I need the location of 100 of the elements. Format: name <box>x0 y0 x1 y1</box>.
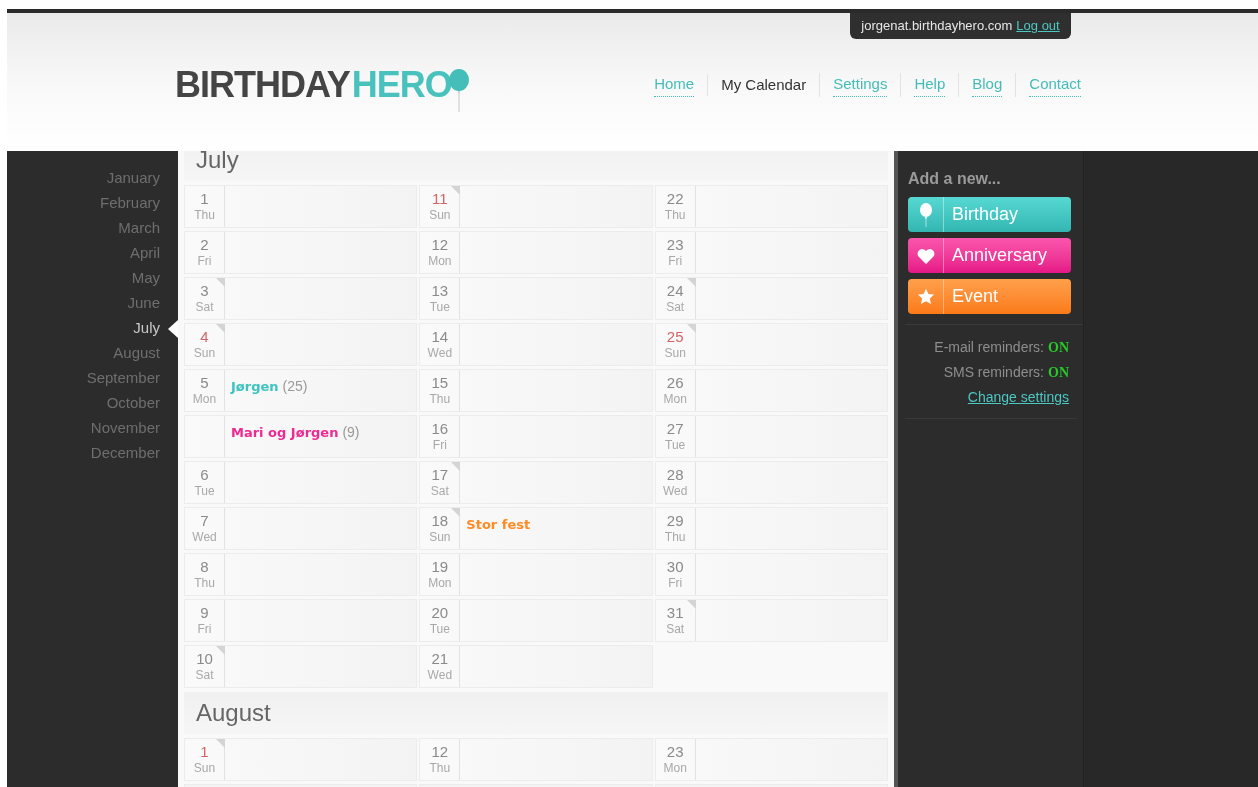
weekday: Mon <box>428 254 452 270</box>
month-link[interactable]: October <box>106 392 160 415</box>
weekday: Sat <box>195 300 214 316</box>
reminder-status: ON <box>1048 364 1069 382</box>
day-number: 22 <box>666 189 684 209</box>
day-row[interactable]: 1 Sun <box>184 738 418 781</box>
weekday: Fri <box>197 254 212 270</box>
day-row[interactable]: 30 Fri <box>654 553 888 596</box>
add-button[interactable]: Event <box>908 279 1071 314</box>
weekday: Thu <box>664 208 686 224</box>
event-name[interactable]: Mari og Jørgen <box>231 425 339 440</box>
month-link[interactable]: March <box>118 217 160 240</box>
weekday: Tue <box>665 438 686 454</box>
day-row[interactable]: 18 Sun Stor fest <box>419 507 653 550</box>
nav-link[interactable]: Blog <box>972 73 1003 97</box>
day-row[interactable]: 3 Sat <box>184 277 418 320</box>
change-settings-link[interactable]: Change settings <box>967 387 1069 408</box>
corner-mark <box>451 508 461 517</box>
event-age: (9) <box>342 424 360 440</box>
month-link[interactable]: February <box>99 192 160 215</box>
day-number: 13 <box>431 281 449 301</box>
nav-link[interactable]: Contact <box>1029 73 1081 97</box>
day-number: 1 <box>200 742 209 762</box>
day-row[interactable]: 5 Mon Jørgen (25) <box>184 369 418 412</box>
month-link[interactable]: December <box>90 442 160 465</box>
day-row[interactable]: 26 Mon <box>654 369 888 412</box>
weekday: Mon <box>428 576 452 592</box>
heart-icon <box>916 247 935 264</box>
month-link[interactable]: June <box>127 292 160 315</box>
nav-link[interactable]: Settings <box>833 73 888 97</box>
day-row[interactable]: 25 Sun <box>654 323 888 366</box>
day-row[interactable]: 27 Tue <box>654 415 888 458</box>
day-row[interactable]: 24 Sat <box>654 277 888 320</box>
star-icon <box>916 287 935 306</box>
day-row[interactable]: 2 Fri <box>184 231 418 274</box>
month-link[interactable]: May <box>131 267 160 290</box>
day-row[interactable]: 19 Mon <box>419 553 653 596</box>
corner-mark <box>216 278 225 287</box>
day-row[interactable]: 23 Mon <box>654 738 888 781</box>
day-number: 7 <box>200 511 209 531</box>
day-row[interactable]: 28 Wed <box>654 461 888 504</box>
day-row[interactable]: Mari og Jørgen (9) <box>184 415 418 458</box>
day-row[interactable]: 4 Sun <box>184 323 418 366</box>
weekday: Sun <box>664 346 686 362</box>
day-number: 10 <box>196 649 213 669</box>
day-row[interactable]: 9 Fri <box>184 599 418 642</box>
weekday: Mon <box>663 392 687 408</box>
day-row[interactable]: 20 Tue <box>419 599 653 642</box>
weekday: Thu <box>429 761 451 777</box>
day-number: 9 <box>200 603 209 623</box>
day-row[interactable]: 8 Thu <box>184 553 418 596</box>
day-number: 31 <box>666 603 684 623</box>
day-row[interactable]: 22 Thu <box>654 185 888 228</box>
day-row[interactable]: 31 Sat <box>654 599 888 642</box>
reminder-label: SMS reminders: <box>943 363 1044 382</box>
day-row[interactable]: 11 Sun <box>419 185 653 228</box>
month-link[interactable]: September <box>86 367 160 390</box>
corner-mark <box>686 600 696 609</box>
event-name[interactable]: Jørgen <box>231 379 279 394</box>
month-link[interactable]: November <box>90 417 160 440</box>
day-row[interactable]: 17 Sat <box>419 461 653 504</box>
day-number: 29 <box>666 511 684 531</box>
day-row[interactable]: 12 Mon <box>419 231 653 274</box>
day-row[interactable]: 12 Thu <box>419 738 653 781</box>
day-row[interactable]: 23 Fri <box>654 231 888 274</box>
day-row[interactable]: 7 Wed <box>184 507 418 550</box>
month-link[interactable]: April <box>130 242 160 265</box>
day-number: 3 <box>200 281 209 301</box>
month-link[interactable]: July <box>133 317 160 340</box>
month-link[interactable]: January <box>106 167 160 190</box>
month-link[interactable]: August <box>113 342 160 365</box>
month-heading: August <box>184 692 888 734</box>
day-row[interactable]: 10 Sat <box>184 645 418 688</box>
logout-link[interactable]: Log out <box>1016 16 1060 36</box>
nav-link[interactable]: Help <box>914 73 946 97</box>
nav-link[interactable]: My Calendar <box>721 73 807 96</box>
day-row[interactable]: 16 Fri <box>419 415 653 458</box>
weekday: Thu <box>664 530 686 546</box>
add-button[interactable]: Anniversary <box>908 238 1071 273</box>
add-button[interactable]: Birthday <box>908 197 1071 232</box>
day-number: 1 <box>200 189 209 209</box>
day-row[interactable]: 14 Wed <box>419 323 653 366</box>
day-number: 18 <box>431 511 449 531</box>
weekday: Wed <box>427 346 453 362</box>
event-name[interactable]: Stor fest <box>466 517 531 532</box>
day-row[interactable]: 13 Tue <box>419 277 653 320</box>
day-row[interactable]: 21 Wed <box>419 645 653 688</box>
nav-link[interactable]: Home <box>654 73 695 97</box>
day-number: 20 <box>431 603 449 623</box>
day-row[interactable]: 15 Thu <box>419 369 653 412</box>
day-number: 15 <box>431 373 449 393</box>
weekday: Fri <box>432 438 447 454</box>
day-row[interactable]: 6 Tue <box>184 461 418 504</box>
day-row[interactable]: 1 Thu <box>184 185 418 228</box>
weekday: Mon <box>663 761 687 777</box>
day-row[interactable]: 29 Thu <box>654 507 888 550</box>
weekday: Sun <box>429 530 451 546</box>
day-number: 12 <box>431 742 449 762</box>
day-number: 5 <box>200 373 209 393</box>
weekday: Wed <box>427 668 453 684</box>
